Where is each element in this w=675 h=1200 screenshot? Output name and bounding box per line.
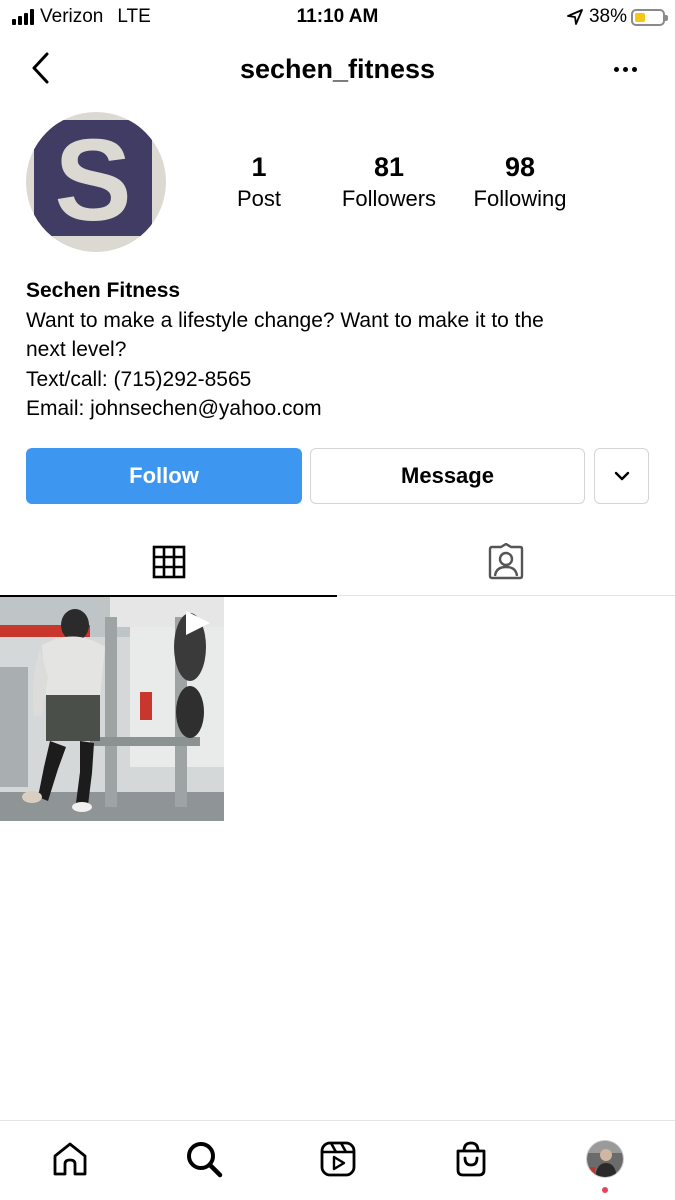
stat-following-label: Following: [473, 186, 567, 211]
battery-percent: 38%: [588, 6, 627, 27]
stat-posts-label: Post: [236, 186, 282, 211]
bio-email[interactable]: Email: johnsechen@yahoo.com: [26, 394, 646, 424]
shopping-bag-icon: [456, 1141, 486, 1177]
grid-icon: [152, 545, 185, 579]
more-options-button[interactable]: [605, 54, 645, 84]
notification-dot: [602, 1187, 608, 1193]
stat-following-count: 98: [504, 152, 536, 182]
reels-icon: [320, 1141, 356, 1177]
status-bar: Verizon LTE 11:10 AM 38%: [0, 0, 675, 36]
profile-stats: 1 Post 81 Followers 98 Following: [0, 152, 675, 222]
follow-button[interactable]: Follow: [26, 448, 302, 504]
nav-shop[interactable]: [451, 1139, 491, 1179]
profile-display-name: Sechen Fitness: [26, 279, 181, 302]
stat-followers[interactable]: 81 Followers: [319, 152, 459, 212]
gym-photo: [0, 597, 224, 821]
profile-header-nav: sechen_fitness: [0, 36, 675, 102]
nav-home[interactable]: [50, 1139, 90, 1179]
more-horizontal-icon: [613, 66, 619, 72]
stat-following[interactable]: 98 Following: [450, 152, 590, 212]
profile-bio: Sechen Fitness Want to make a lifestyle …: [26, 276, 646, 424]
bio-phone[interactable]: Text/call: (715)292-8565: [26, 365, 646, 395]
suggested-accounts-button[interactable]: [594, 448, 649, 504]
post-thumbnail[interactable]: [0, 597, 224, 821]
tagged-person-icon: [488, 543, 524, 580]
battery-icon: [631, 8, 668, 26]
status-right: 38%: [567, 6, 668, 28]
tab-grid[interactable]: [0, 528, 337, 597]
bottom-navigation: [0, 1120, 675, 1200]
stat-posts[interactable]: 1 Post: [189, 152, 329, 212]
nav-search[interactable]: [184, 1139, 224, 1179]
stat-followers-label: Followers: [341, 186, 437, 211]
stat-posts-count: 1: [251, 152, 267, 182]
profile-avatar-icon: [586, 1140, 624, 1178]
tab-tagged[interactable]: [337, 528, 675, 596]
bio-line: next level?: [26, 338, 127, 361]
message-button[interactable]: Message: [310, 448, 585, 504]
chevron-down-icon: [614, 471, 629, 481]
nav-reels[interactable]: [318, 1139, 358, 1179]
profile-actions: Follow Message: [26, 448, 650, 504]
location-arrow-icon: [567, 9, 583, 25]
profile-username: sechen_fitness: [239, 54, 436, 84]
nav-profile[interactable]: [585, 1139, 625, 1179]
profile-tabs: [0, 528, 675, 597]
home-icon: [53, 1142, 87, 1176]
stat-followers-count: 81: [373, 152, 405, 182]
search-icon: [187, 1142, 223, 1178]
battery-fill: [635, 12, 645, 22]
bio-line: Want to make a lifestyle change? Want to…: [26, 308, 544, 332]
